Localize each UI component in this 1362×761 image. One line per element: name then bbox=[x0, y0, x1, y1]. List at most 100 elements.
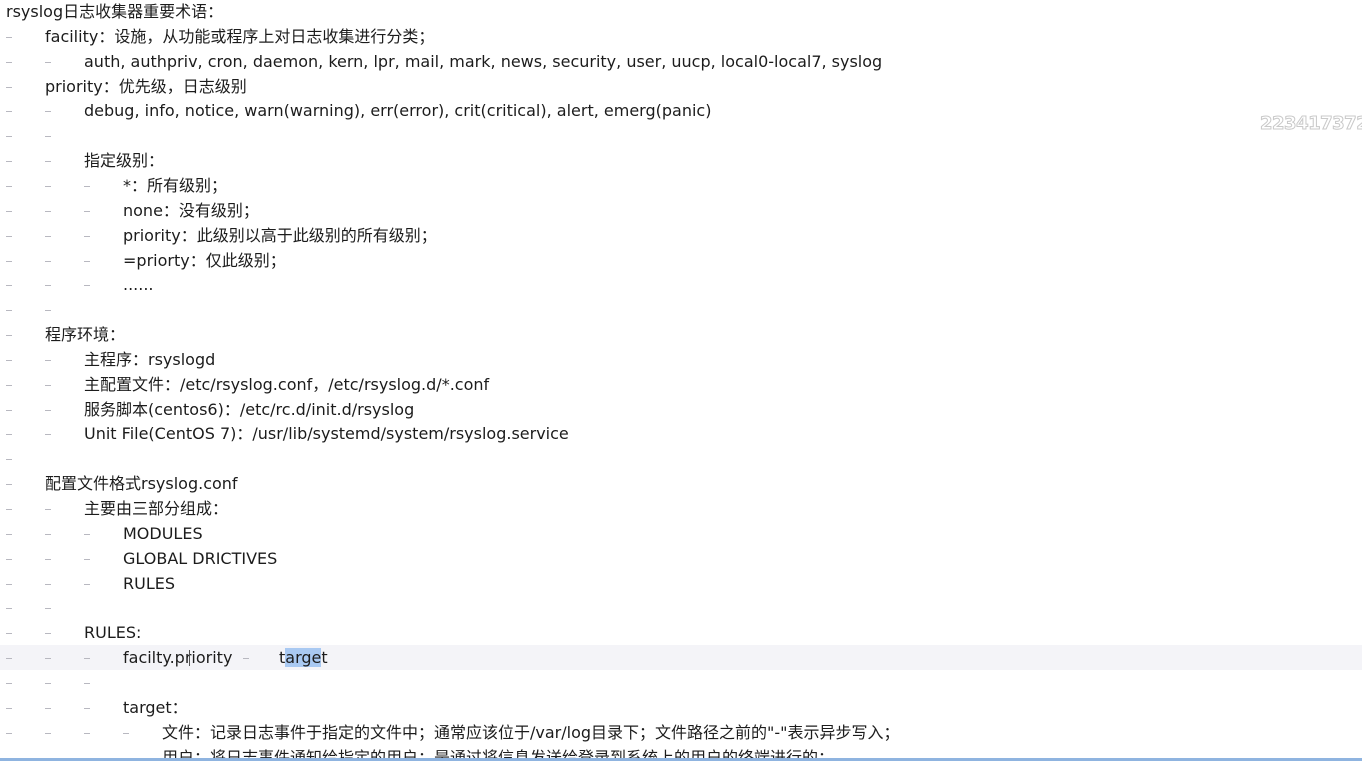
line-text: =priorty：仅此级别； bbox=[123, 250, 286, 270]
tab-marker bbox=[84, 260, 90, 262]
tab-marker bbox=[6, 509, 12, 510]
editor-line[interactable]: priority：优先级，日志级别 bbox=[0, 74, 1362, 99]
tab-marker bbox=[45, 235, 51, 237]
tab-marker bbox=[45, 409, 51, 411]
tab-marker bbox=[6, 409, 12, 411]
editor-line[interactable]: ...... bbox=[0, 272, 1362, 297]
line-text: rsyslog日志收集器重要术语： bbox=[6, 2, 224, 21]
tab-marker bbox=[6, 61, 12, 63]
tab-marker bbox=[84, 235, 90, 237]
tab-marker bbox=[6, 707, 12, 709]
tab-marker bbox=[6, 459, 12, 461]
text-selection[interactable]: arge bbox=[285, 648, 322, 668]
editor-line[interactable]: 主程序：rsyslogd bbox=[0, 347, 1362, 372]
tab-marker bbox=[6, 111, 12, 113]
editor-line[interactable]: rsyslog日志收集器重要术语： bbox=[0, 0, 1362, 24]
tab-marker bbox=[84, 558, 90, 560]
tab-marker bbox=[45, 61, 51, 63]
tab-marker bbox=[6, 359, 12, 361]
tab-marker bbox=[45, 707, 51, 709]
tab-marker bbox=[6, 161, 12, 163]
line-text: 用户：将日志事件通知给指定的用户；是通过将信息发送给登录到系统上的用户的终端进行… bbox=[162, 747, 835, 759]
editor-line[interactable]: 主配置文件：/etc/rsyslog.conf，/etc/rsyslog.d/*… bbox=[0, 372, 1362, 397]
editor-line[interactable]: RULES: bbox=[0, 620, 1362, 645]
editor-line[interactable]: 服务脚本(centos6)：/etc/rc.d/init.d/rsyslog bbox=[0, 397, 1362, 422]
editor-line[interactable]: 文件：记录日志事件于指定的文件中；通常应该位于/var/log目录下；文件路径之… bbox=[0, 720, 1362, 745]
tab-marker bbox=[6, 633, 12, 635]
editor-line[interactable] bbox=[0, 595, 1362, 620]
tab-marker bbox=[243, 658, 249, 660]
tab-marker bbox=[84, 285, 90, 287]
tab-marker bbox=[84, 583, 90, 585]
line-text: none：没有级别； bbox=[123, 200, 259, 220]
tab-marker bbox=[45, 210, 51, 212]
target-suffix: t bbox=[321, 648, 328, 668]
editor-line[interactable]: GLOBAL DRICTIVES bbox=[0, 546, 1362, 571]
tab-marker bbox=[45, 732, 51, 734]
tab-marker bbox=[45, 658, 51, 660]
tab-marker bbox=[6, 558, 12, 560]
tab-marker bbox=[84, 707, 90, 709]
tab-marker bbox=[6, 36, 12, 38]
editor-line[interactable]: 主要由三部分组成： bbox=[0, 496, 1362, 521]
tab-marker bbox=[84, 185, 90, 187]
tab-marker bbox=[45, 285, 51, 287]
editor-line[interactable]: facility：设施，从功能或程序上对日志收集进行分类； bbox=[0, 24, 1362, 49]
line-text: priority：优先级，日志级别 bbox=[45, 76, 247, 96]
tab-marker bbox=[45, 111, 51, 113]
editor-line[interactable]: Unit File(CentOS 7)：/usr/lib/systemd/sys… bbox=[0, 421, 1362, 446]
tab-marker bbox=[45, 633, 51, 635]
tab-marker bbox=[45, 310, 51, 312]
line-text: 服务脚本(centos6)：/etc/rc.d/init.d/rsyslog bbox=[84, 399, 415, 419]
editor-line[interactable]: 程序环境： bbox=[0, 322, 1362, 347]
editor-line[interactable]: RULES bbox=[0, 571, 1362, 596]
tab-marker bbox=[84, 658, 90, 660]
line-text: target： bbox=[123, 697, 188, 717]
editor-line[interactable] bbox=[0, 297, 1362, 322]
editor-line[interactable]: =priorty：仅此级别； bbox=[0, 248, 1362, 273]
line-text: Unit File(CentOS 7)：/usr/lib/systemd/sys… bbox=[84, 424, 569, 444]
tab-marker bbox=[6, 335, 12, 337]
tab-marker bbox=[45, 384, 51, 386]
editor-line[interactable]: 用户：将日志事件通知给指定的用户；是通过将信息发送给登录到系统上的用户的终端进行… bbox=[0, 745, 1362, 759]
editor-line[interactable]: priority：此级别以高于此级别的所有级别； bbox=[0, 223, 1362, 248]
line-text: RULES: bbox=[84, 623, 142, 643]
editor-line[interactable]: debug, info, notice, warn(warning), err(… bbox=[0, 98, 1362, 123]
tab-marker bbox=[6, 484, 12, 486]
editor-line[interactable] bbox=[0, 123, 1362, 148]
current-line[interactable]: facilty.priority target bbox=[0, 645, 1362, 671]
target-word: target bbox=[279, 645, 328, 670]
tab-marker bbox=[6, 533, 12, 535]
tab-marker bbox=[84, 210, 90, 212]
tab-marker bbox=[45, 161, 51, 163]
tab-marker bbox=[6, 310, 12, 312]
line-text: GLOBAL DRICTIVES bbox=[123, 548, 278, 568]
editor-line[interactable]: 配置文件格式rsyslog.conf bbox=[0, 471, 1362, 496]
editor-line[interactable] bbox=[0, 446, 1362, 471]
tab-marker bbox=[6, 285, 12, 287]
editor-line[interactable] bbox=[0, 670, 1362, 695]
tab-marker bbox=[45, 558, 51, 560]
line-text: 主配置文件：/etc/rsyslog.conf，/etc/rsyslog.d/*… bbox=[84, 374, 490, 394]
line-text: facilty.priority bbox=[123, 648, 233, 668]
tab-marker bbox=[84, 682, 90, 684]
editor-line[interactable]: auth, authpriv, cron, daemon, kern, lpr,… bbox=[0, 49, 1362, 74]
tab-marker bbox=[6, 235, 12, 237]
editor-line[interactable]: 指定级别： bbox=[0, 148, 1362, 173]
tab-marker bbox=[6, 583, 12, 585]
tab-marker bbox=[45, 583, 51, 585]
editor-line[interactable]: *：所有级别； bbox=[0, 173, 1362, 198]
editor-line[interactable]: MODULES bbox=[0, 521, 1362, 546]
tab-marker bbox=[6, 86, 12, 88]
line-text: 程序环境： bbox=[45, 325, 126, 345]
text-editor-area[interactable]: rsyslog日志收集器重要术语： facility：设施，从功能或程序上对日志收… bbox=[0, 0, 1362, 758]
editor-line[interactable]: target： bbox=[0, 695, 1362, 720]
watermark-number: 223417372 bbox=[1259, 113, 1362, 135]
editor-line[interactable]: none：没有级别； bbox=[0, 198, 1362, 223]
tab-marker bbox=[45, 682, 51, 684]
line-text: MODULES bbox=[123, 523, 203, 543]
line-text: 指定级别： bbox=[84, 151, 165, 171]
tab-marker bbox=[84, 732, 90, 734]
line-text: priority：此级别以高于此级别的所有级别； bbox=[123, 225, 437, 245]
line-text: 主要由三部分组成： bbox=[84, 499, 229, 518]
